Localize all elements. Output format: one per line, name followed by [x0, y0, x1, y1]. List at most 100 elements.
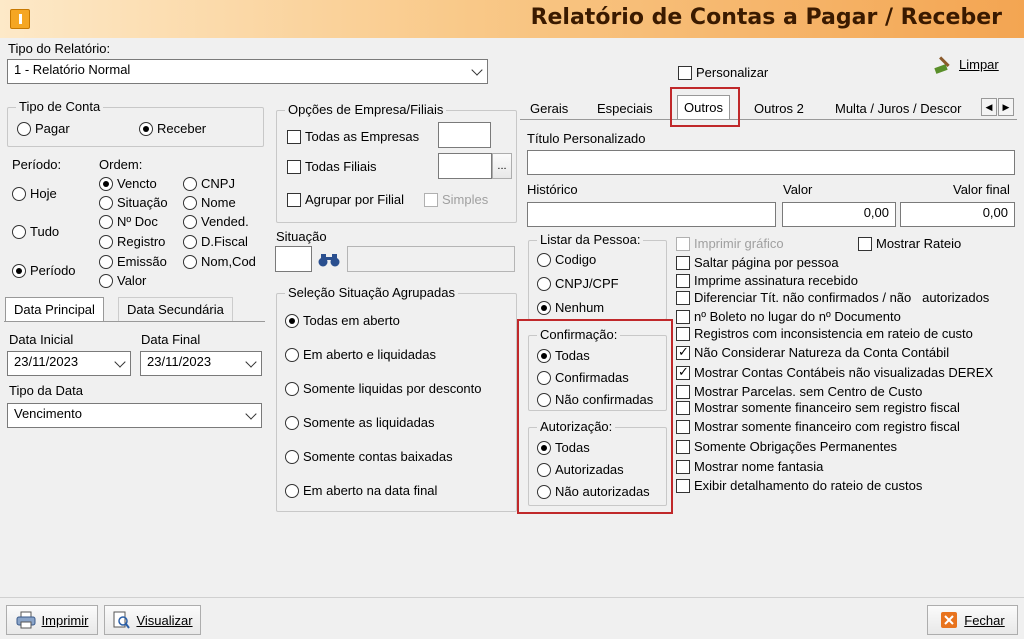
date-type-select[interactable]: Vencimento [7, 403, 262, 428]
radio-order-cnpj[interactable]: CNPJ [183, 176, 235, 191]
radio-receber[interactable]: Receber [139, 121, 206, 136]
option-checkbox-1[interactable]: Saltar página por pessoa [676, 255, 839, 270]
radio-label: CNPJ/CPF [555, 276, 619, 291]
show-rateio-checkbox[interactable]: Mostrar Rateio [858, 236, 961, 251]
option-checkbox-8[interactable]: Mostrar Parcelas. sem Centro de Custo [676, 384, 922, 399]
branch-code-input[interactable] [438, 153, 492, 179]
chevron-down-icon [471, 64, 483, 76]
end-date-field[interactable]: 23/11/2023 [140, 351, 262, 376]
value-input[interactable]: 0,00 [782, 202, 896, 227]
checkbox-box [676, 364, 690, 380]
radio-order-registro[interactable]: Registro [99, 234, 165, 249]
all-companies-checkbox[interactable]: Todas as Empresas [287, 129, 419, 144]
option-checkbox-9[interactable]: Mostrar somente financeiro sem registro … [676, 400, 960, 415]
radio-todas-aberto[interactable]: Todas em aberto [285, 313, 400, 328]
radio-order-dfiscal[interactable]: D.Fiscal [183, 234, 248, 249]
radio-aberto-data-final[interactable]: Em aberto na data final [285, 483, 437, 498]
checkbox-label: Diferenciar Tít. não confirmados / não a… [694, 290, 990, 305]
grouped-situation-title: Seleção Situação Agrupadas [285, 285, 458, 300]
option-checkbox-13[interactable]: Exibir detalhamento do rateio de custos [676, 478, 922, 493]
radio-circle [99, 254, 113, 269]
app-icon [10, 9, 30, 29]
tab-gerais[interactable]: Gerais [522, 97, 576, 120]
option-checkbox-6[interactable]: Não Considerar Natureza da Conta Contábi… [676, 344, 949, 360]
report-type-select[interactable]: 1 - Relatório Normal [7, 59, 488, 84]
simple-checkbox[interactable]: Simples [424, 192, 488, 207]
branch-browse-button[interactable]: ... [492, 153, 512, 179]
radio-liquidas-desconto[interactable]: Somente liquidas por desconto [285, 381, 482, 396]
close-button[interactable]: Fechar [927, 605, 1018, 635]
option-checkbox-12[interactable]: Mostrar nome fantasia [676, 459, 823, 474]
radio-label: Registro [117, 234, 166, 249]
radio-hoje[interactable]: Hoje [12, 186, 57, 201]
checkbox-box [858, 236, 872, 251]
option-checkbox-7[interactable]: Mostrar Contas Contábeis não visualizada… [676, 364, 993, 380]
custom-title-input[interactable] [527, 150, 1015, 175]
option-checkbox-4[interactable]: nº Boleto no lugar do nº Documento [676, 309, 901, 324]
radio-aberto-liquidadas[interactable]: Em aberto e liquidadas [285, 347, 436, 362]
checkbox-label: Mostrar Parcelas. sem Centro de Custo [694, 384, 923, 399]
tab-outros-2[interactable]: Outros 2 [746, 97, 812, 120]
radio-order-nome[interactable]: Nome [183, 195, 236, 210]
limpar-button[interactable]: Limpar [933, 54, 999, 74]
option-checkbox-2[interactable]: Imprime assinatura recebido [676, 273, 858, 288]
company-code-input[interactable] [438, 122, 491, 148]
radio-order-emissao[interactable]: Emissão [99, 254, 167, 269]
option-checkbox-10[interactable]: Mostrar somente financeiro com registro … [676, 419, 960, 434]
group-by-branch-checkbox[interactable]: Agrupar por Filial [287, 192, 404, 207]
radio-nenhum[interactable]: Nenhum [537, 300, 604, 315]
checkbox-label: Registros com inconsistencia em rateio d… [694, 326, 973, 341]
end-date-value: 23/11/2023 [147, 354, 212, 369]
end-date-label: Data Final [141, 332, 201, 347]
radio-somente-liquidadas[interactable]: Somente as liquidadas [285, 415, 435, 430]
print-chart-checkbox[interactable]: Imprimir gráfico [676, 236, 784, 251]
radio-circle [183, 254, 197, 269]
radio-circle [285, 483, 299, 498]
option-checkbox-5[interactable]: Registros com inconsistencia em rateio d… [676, 326, 973, 341]
radio-order-ndoc[interactable]: Nº Doc [99, 214, 158, 229]
radio-circle [183, 214, 197, 229]
option-checkbox-3[interactable]: Diferenciar Tít. não confirmados / não a… [676, 290, 989, 305]
radio-contas-baixadas[interactable]: Somente contas baixadas [285, 449, 453, 464]
period-title: Período: [12, 157, 62, 172]
tab-scroll-left-button[interactable]: ◀ [981, 98, 997, 116]
tab-data-principal[interactable]: Data Principal [5, 297, 104, 322]
radio-periodo[interactable]: Período [12, 263, 76, 278]
option-checkbox-11[interactable]: Somente Obrigações Permanentes [676, 439, 897, 454]
radio-label: Nº Doc [117, 214, 158, 229]
tab-scroll-right-button[interactable]: ▶ [998, 98, 1014, 116]
personalizar-checkbox[interactable]: Personalizar [678, 65, 768, 80]
preview-button[interactable]: Visualizar [104, 605, 201, 635]
history-input[interactable] [527, 202, 776, 227]
radio-order-nomcod[interactable]: Nom,Cod [183, 254, 256, 269]
start-date-field[interactable]: 23/11/2023 [7, 351, 131, 376]
print-label: Imprimir [41, 612, 89, 628]
checkbox-box [287, 129, 301, 144]
checkbox-box [287, 159, 301, 174]
radio-order-valor[interactable]: Valor [99, 273, 146, 288]
radio-order-vended[interactable]: Vended. [183, 214, 249, 229]
checkbox-box [678, 65, 692, 80]
tab-multa-juros[interactable]: Multa / Juros / Descor [827, 97, 979, 120]
tab-data-secundaria[interactable]: Data Secundária [118, 297, 233, 321]
radio-order-situacao[interactable]: Situação [99, 195, 168, 210]
situation-code-input[interactable] [275, 246, 312, 272]
final-value-input[interactable]: 0,00 [900, 202, 1015, 227]
checkbox-label: Imprimir gráfico [694, 236, 784, 251]
radio-label: Vended. [201, 214, 249, 229]
all-branches-checkbox[interactable]: Todas Filiais [287, 159, 377, 174]
radio-tudo[interactable]: Tudo [12, 224, 59, 239]
checkbox-box [676, 326, 690, 341]
radio-label: Em aberto na data final [303, 483, 438, 498]
print-button[interactable]: Imprimir [6, 605, 98, 635]
radio-label: Somente liquidas por desconto [303, 381, 482, 396]
personalizar-label: Personalizar [696, 65, 769, 80]
radio-pagar[interactable]: Pagar [17, 121, 70, 136]
checkbox-label: Mostrar Rateio [876, 236, 962, 251]
radio-order-vencto[interactable]: Vencto [99, 176, 157, 191]
radio-cnpj-cpf[interactable]: CNPJ/CPF [537, 276, 619, 291]
radio-codigo[interactable]: Codigo [537, 252, 596, 267]
binoculars-icon[interactable] [318, 252, 340, 268]
situation-description-field [347, 246, 515, 272]
tab-especiais[interactable]: Especiais [589, 97, 661, 120]
